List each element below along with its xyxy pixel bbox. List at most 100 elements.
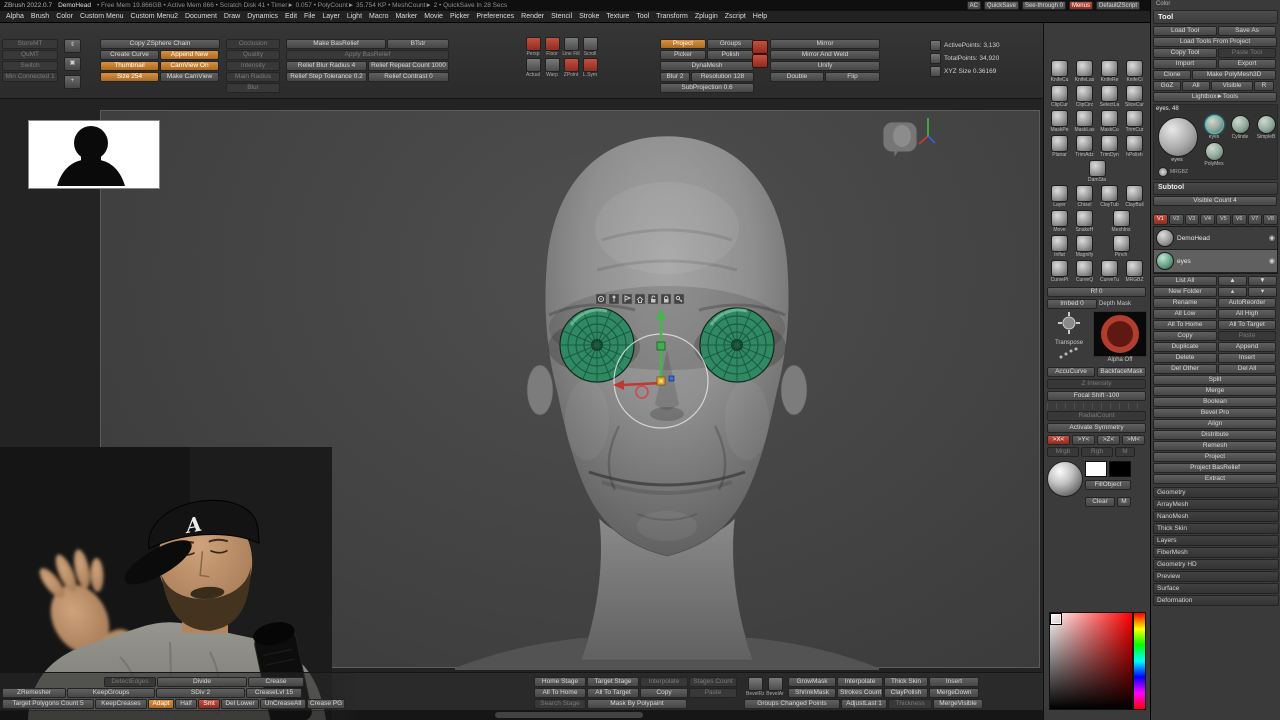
brush-icon-cell[interactable]: MaskCu	[1097, 110, 1122, 133]
shelf-toggle-icon[interactable]: Actual	[524, 58, 542, 78]
subtool-button[interactable]: Split	[1153, 375, 1277, 385]
bottom-button[interactable]: CreaseLvl 15	[246, 688, 302, 698]
brush-icon-cell[interactable]: Move	[1047, 210, 1072, 233]
tool-subpalette-header[interactable]: FiberMesh	[1153, 547, 1279, 558]
menu-item[interactable]: Dynamics	[247, 13, 278, 20]
accucurve-button[interactable]: AccuCurve	[1047, 367, 1095, 377]
tool-button[interactable]: Export	[1218, 59, 1276, 69]
shelf-button[interactable]: Unify	[770, 61, 880, 71]
subtool-version-tab[interactable]: V3	[1184, 214, 1200, 225]
shelf-button[interactable]: QuMT	[2, 50, 58, 60]
bottom-button[interactable]: All To Target	[587, 688, 639, 698]
shelf-button[interactable]: Create Curve	[100, 50, 159, 60]
radialcount-slider[interactable]: RadialCount	[1047, 411, 1146, 421]
points-icon[interactable]	[930, 39, 941, 51]
subtool-button[interactable]: Append	[1218, 342, 1276, 352]
bottom-button[interactable]: SDiv 2	[156, 688, 245, 698]
brush-icon-cell[interactable]: Planar	[1047, 135, 1072, 158]
bottom-button[interactable]: Interpolate	[837, 677, 883, 687]
shelf-button[interactable]: Min Connected 1	[2, 72, 58, 82]
bottom-button[interactable]: ZRemesher	[2, 688, 66, 698]
bottom-button[interactable]: UnCreaseAll	[260, 699, 306, 709]
subtool-button[interactable]: Merge	[1153, 386, 1277, 396]
shelf-toggle-icon[interactable]: L.Sym	[581, 58, 599, 78]
brush-icon-cell[interactable]: TrimDyn	[1097, 135, 1122, 158]
brush-icon-cell[interactable]: DamSta	[1047, 160, 1147, 183]
menu-item[interactable]: Movie	[424, 13, 443, 20]
tool-button[interactable]: Copy Tool	[1153, 48, 1217, 58]
visible-count-slider[interactable]: Visible Count 4	[1153, 196, 1277, 206]
shelf-button[interactable]: Switch	[2, 61, 58, 71]
reference-image[interactable]	[28, 120, 160, 189]
color-cursor[interactable]	[1051, 614, 1061, 624]
bottom-button[interactable]: Smt	[198, 699, 220, 709]
subtool-button[interactable]: Delete	[1153, 353, 1217, 363]
symmetry-axis-button[interactable]: >M<	[1122, 435, 1145, 445]
tool-subpalette-header[interactable]: Preview	[1153, 571, 1279, 582]
shelf-toggle-icon[interactable]: Floor	[543, 37, 561, 57]
symmetry-axis-button[interactable]: >Y<	[1072, 435, 1095, 445]
shelf-button[interactable]: Picker	[660, 50, 706, 60]
subtool-button[interactable]: Copy	[1153, 331, 1217, 341]
scroll-icon[interactable]: ⇕	[64, 39, 81, 53]
points-icon[interactable]	[930, 52, 941, 64]
shelf-button[interactable]: DynaMesh	[660, 61, 754, 71]
shelf-button[interactable]: Groups	[707, 39, 754, 49]
subtool-version-tab[interactable]: V6	[1231, 214, 1247, 225]
brush-icon-cell[interactable]: Magnify	[1072, 235, 1097, 258]
brush-icon-cell[interactable]: TrimCur	[1122, 110, 1147, 133]
points-icon[interactable]	[930, 65, 941, 77]
bottom-button[interactable]: DetectEdges	[104, 677, 156, 687]
tool-subpalette-header[interactable]: Surface	[1153, 583, 1279, 594]
bottom-button[interactable]: Target Polygons Count 5	[2, 699, 94, 709]
menu-item[interactable]: Edit	[285, 13, 297, 20]
actual-icon[interactable]: ▣	[64, 57, 81, 71]
brush-icon-cell[interactable]: CurvePi	[1047, 260, 1072, 283]
shelf-button[interactable]: BTstr	[387, 39, 449, 49]
bottom-button[interactable]: GrowMask	[788, 677, 836, 687]
paint-mode-button[interactable]: M	[1115, 447, 1135, 457]
tool-button[interactable]: Make PolyMesh3D	[1192, 70, 1276, 80]
activate-symmetry-button[interactable]: Activate Symmetry	[1047, 423, 1146, 433]
subtool-button[interactable]: All To Target	[1218, 320, 1276, 330]
shelf-button[interactable]: Occlusion	[226, 39, 280, 49]
brush-icon-cell[interactable]: MeshIns	[1097, 210, 1145, 233]
brush-icon-cell[interactable]: Layer	[1047, 185, 1072, 208]
subtool-button[interactable]: AutoReorder	[1218, 298, 1276, 308]
current-tool-thumbnail[interactable]	[1158, 117, 1198, 157]
tool-button[interactable]: Import	[1153, 59, 1217, 69]
shelf-button[interactable]: Main Radius	[226, 72, 280, 82]
tool-thumbnail[interactable]: eyes	[1202, 115, 1226, 140]
menu-item[interactable]: Picker	[450, 13, 469, 20]
titlebar-button[interactable]: DefaultZScript	[1095, 1, 1140, 10]
menu-item[interactable]: Help	[753, 13, 767, 20]
menu-item[interactable]: Transform	[656, 13, 688, 20]
tool-thumbnail[interactable]: SimpleB	[1254, 115, 1278, 140]
tool-subpalette-header[interactable]: ArrayMesh	[1153, 499, 1279, 510]
subtool-button[interactable]: ▼	[1248, 276, 1277, 286]
shelf-button[interactable]: Flip	[825, 72, 880, 82]
bottom-button[interactable]: Groups Changed Points	[744, 699, 840, 709]
bottom-button[interactable]: KeepGroups	[67, 688, 155, 698]
mini-sliders[interactable]	[1047, 403, 1146, 409]
focal-shift-slider[interactable]: Focal Shift -100	[1047, 391, 1146, 401]
menu-item[interactable]: Macro	[369, 13, 388, 20]
subtool-button[interactable]: Project	[1153, 452, 1277, 462]
shelf-button[interactable]: Relief Repeat Count 1000	[368, 61, 449, 71]
bottom-button[interactable]: Thickness	[888, 699, 932, 709]
brush-icon-cell[interactable]: hPolish	[1122, 135, 1147, 158]
subtool-button[interactable]: ▾	[1248, 287, 1277, 297]
menu-item[interactable]: Render	[521, 13, 544, 20]
subtool-button[interactable]: Extract	[1153, 474, 1277, 484]
depth-mask-curve[interactable]	[1093, 311, 1147, 357]
subtool-button[interactable]: All High	[1218, 309, 1276, 319]
mask-button[interactable]: M	[1117, 497, 1131, 507]
bottom-button[interactable]: Crease PG	[307, 699, 345, 709]
menu-item[interactable]: Tool	[636, 13, 649, 20]
rotate-icon[interactable]	[752, 40, 768, 54]
shelf-button[interactable]: Project	[660, 39, 706, 49]
subtool-version-tab[interactable]: V8	[1263, 214, 1278, 225]
titlebar-button[interactable]: AC	[966, 1, 981, 10]
brush-icon-cell[interactable]: Chisel	[1072, 185, 1097, 208]
shelf-toggle-icon[interactable]: Scroll	[581, 37, 599, 57]
